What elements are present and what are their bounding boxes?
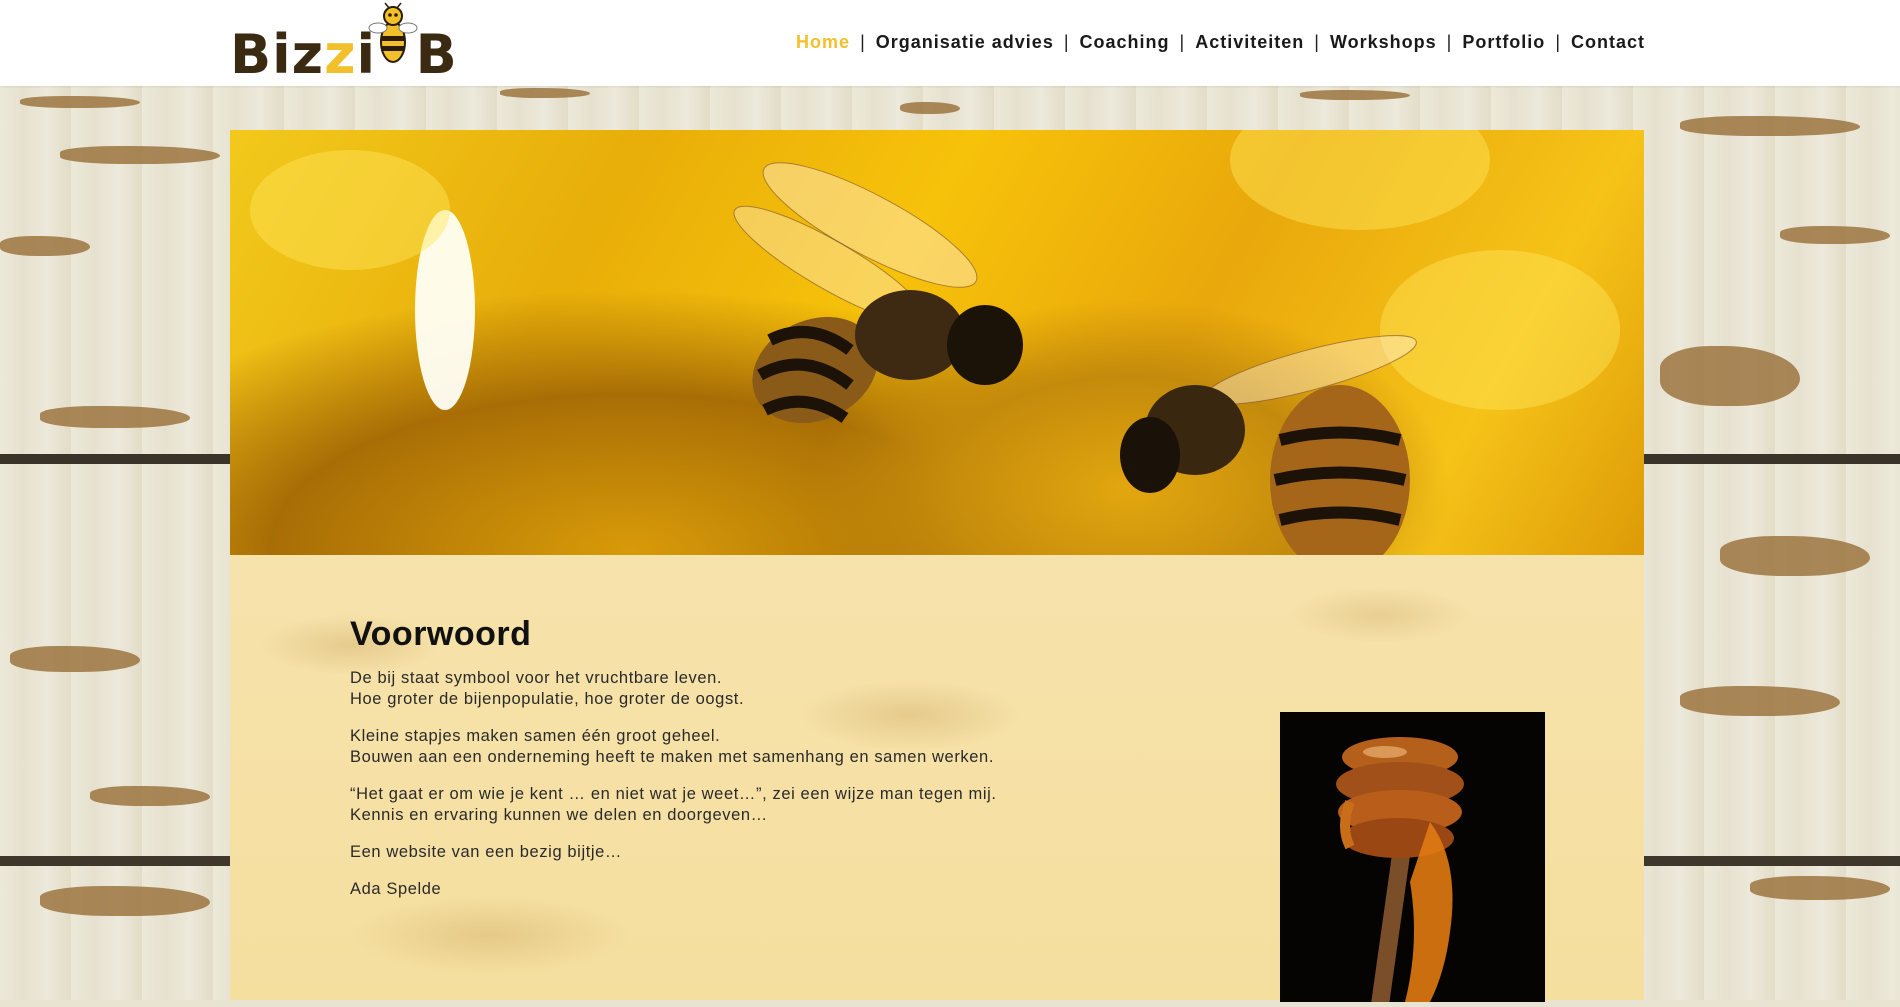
- nav-separator: |: [860, 32, 866, 52]
- paint-chip: [40, 406, 190, 428]
- article-paragraph: Kleine stapjes maken samen één groot geh…: [350, 726, 1110, 768]
- paint-chip: [900, 102, 960, 114]
- nav-item-contact[interactable]: Contact: [1571, 32, 1645, 53]
- paint-chip: [60, 146, 220, 164]
- nav-item-workshops[interactable]: Workshops: [1330, 32, 1437, 53]
- article-paragraph: Een website van een bezig bijtje…: [350, 842, 1110, 863]
- article-paragraph: De bij staat symbool voor het vruchtbare…: [350, 668, 1110, 710]
- honey-dipper-illustration: [1280, 712, 1545, 1007]
- bee-illustration: [733, 162, 1417, 555]
- paint-chip: [20, 96, 140, 108]
- logo-text-rest: i B: [356, 23, 458, 86]
- paint-chip: [10, 646, 140, 672]
- logo-wordmark: Bizzi B: [230, 28, 458, 82]
- nav-item-organisatie-advies[interactable]: Organisatie advies: [876, 32, 1054, 53]
- paragraph-line: Kennis en ervaring kunnen we delen en do…: [350, 806, 768, 824]
- paint-chip: [1680, 686, 1840, 716]
- page-container: Voorwoord De bij staat symbool voor het …: [230, 130, 1644, 1007]
- paint-chip: [40, 886, 210, 916]
- logo-text-accent: z: [324, 23, 357, 86]
- article-paragraph: “Het gaat er om wie je kent … en niet wa…: [350, 784, 1110, 826]
- honey-dipper-image: [1280, 712, 1545, 1007]
- paint-chip: [500, 88, 590, 98]
- nav-item-portfolio[interactable]: Portfolio: [1462, 32, 1545, 53]
- content-panel: Voorwoord De bij staat symbool voor het …: [230, 555, 1644, 1007]
- paint-chip: [1680, 116, 1860, 136]
- paragraph-line: De bij staat symbool voor het vruchtbare…: [350, 669, 723, 687]
- nav-separator: |: [1555, 32, 1561, 52]
- hero-banner-image: [230, 130, 1644, 555]
- site-header: Bizzi B Home | Organisatie advies | Coac…: [0, 0, 1900, 86]
- main-nav: Home | Organisatie advies | Coaching | A…: [796, 32, 1645, 53]
- signature-name: Ada Spelde: [350, 880, 442, 898]
- paragraph-line: “Het gaat er om wie je kent … en niet wa…: [350, 785, 997, 803]
- paragraph-line: Kleine stapjes maken samen één groot geh…: [350, 727, 721, 745]
- nav-separator: |: [1446, 32, 1453, 52]
- nav-separator: |: [1063, 32, 1070, 52]
- paint-chip: [1780, 226, 1890, 244]
- paint-chip: [1660, 346, 1800, 406]
- nav-item-home[interactable]: Home: [796, 32, 850, 53]
- paragraph-line: Een website van een bezig bijtje…: [350, 843, 623, 861]
- paragraph-line: Hoe groter de bijenpopulatie, hoe groter…: [350, 690, 745, 708]
- paint-chip: [1300, 90, 1410, 100]
- site-logo[interactable]: Bizzi B: [230, 2, 457, 84]
- article-signature: Ada Spelde: [350, 879, 1110, 900]
- nav-item-coaching[interactable]: Coaching: [1080, 32, 1170, 53]
- paint-chip: [1720, 536, 1870, 576]
- article: Voorwoord De bij staat symbool voor het …: [350, 615, 1110, 916]
- paragraph-line: Bouwen aan een onderneming heeft te make…: [350, 748, 994, 766]
- paint-chip: [0, 236, 90, 256]
- nav-separator: |: [1179, 32, 1186, 52]
- logo-text: Biz: [230, 23, 325, 86]
- nav-separator: |: [1314, 32, 1320, 52]
- paint-chip: [1750, 876, 1890, 900]
- nav-item-activiteiten[interactable]: Activiteiten: [1195, 32, 1304, 53]
- page-title: Voorwoord: [350, 615, 532, 653]
- paint-chip: [90, 786, 210, 806]
